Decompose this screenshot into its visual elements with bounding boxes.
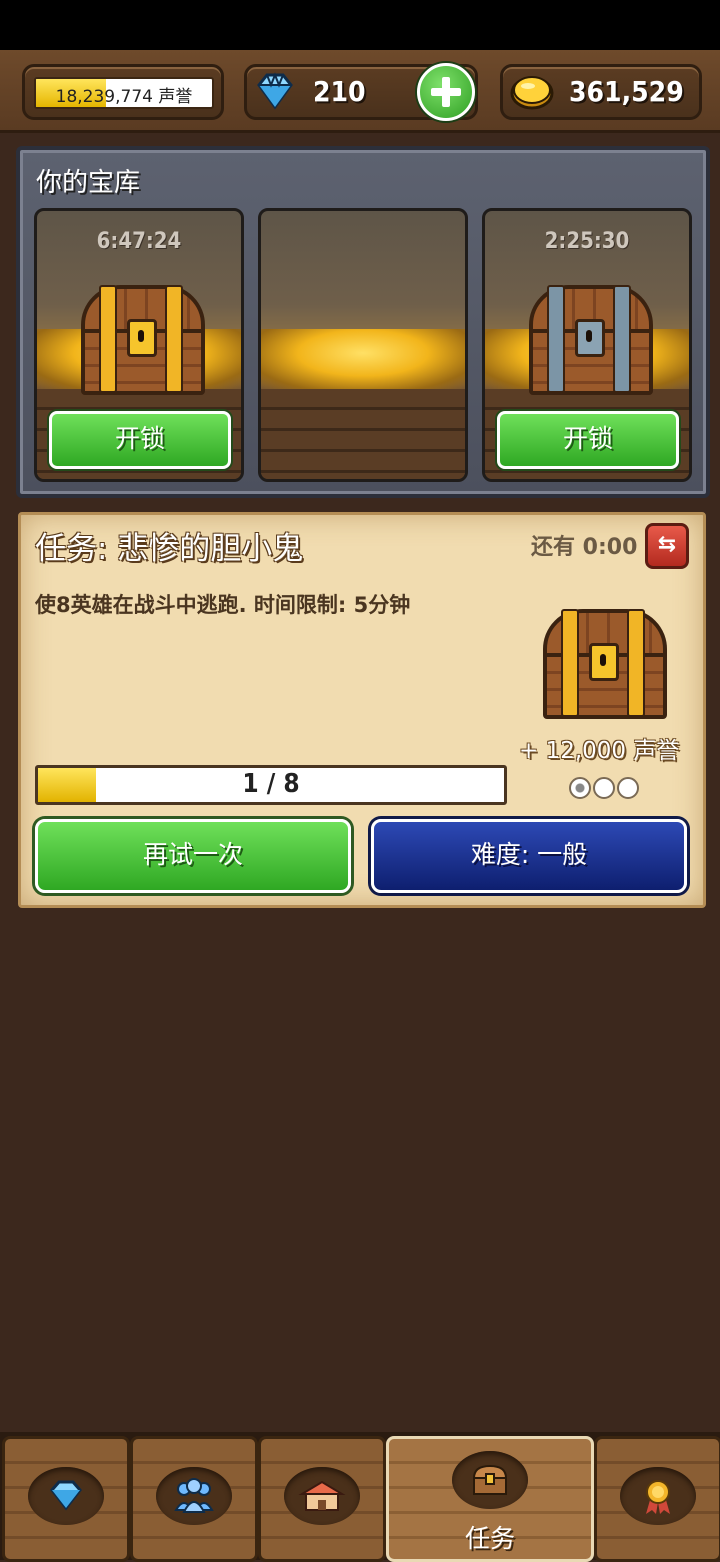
nav-tab-town[interactable]	[258, 1436, 386, 1562]
fame-text: 18,239,774 声誉	[55, 87, 193, 107]
diamond-icon	[257, 72, 293, 110]
difficulty-button[interactable]: 难度: 一般	[371, 819, 687, 893]
unlock-button[interactable]: 开锁	[497, 411, 679, 469]
chest-timer: 6:47:24	[96, 229, 182, 254]
gold-display: 361,529	[500, 64, 702, 120]
buy-gems-button[interactable]	[417, 63, 475, 121]
currency-bar: 18,239,774 声誉 210 361,529	[0, 50, 720, 133]
nav-tab-achievements[interactable]	[594, 1436, 720, 1562]
gem-count: 210	[313, 75, 366, 108]
gold-count: 361,529	[569, 75, 684, 108]
fame-progress-bar: 18,239,774 声誉	[34, 77, 214, 109]
quest-time-left: 还有 0:00	[531, 535, 638, 560]
quest-panel: 任务: 悲惨的胆小鬼 还有 0:00 ⇆ 使8英雄在战斗中逃跑. 时间限制: 5…	[18, 512, 706, 908]
nav-tab-quests[interactable]: 任务	[386, 1436, 594, 1562]
swap-icon: ⇆	[657, 532, 677, 557]
quest-title: 任务: 悲惨的胆小鬼	[35, 531, 304, 567]
vault-title: 你的宝库	[36, 168, 141, 198]
town-icon	[284, 1467, 360, 1525]
chest-timer: 2:25:30	[544, 229, 630, 254]
difficulty-dot	[593, 777, 615, 799]
difficulty-dot	[617, 777, 639, 799]
reward-chest-icon	[539, 609, 667, 719]
gold-chest-icon	[77, 285, 205, 395]
vault-panel: 你的宝库 6:47:24 开锁 2:25:30 开锁	[16, 146, 710, 498]
silver-chest-icon	[525, 285, 653, 395]
nav-tab-quests-label: 任务	[464, 1524, 515, 1553]
vault-slot-3[interactable]: 2:25:30 开锁	[482, 208, 692, 482]
gold-coins-icon	[510, 76, 554, 110]
gem-display: 210	[244, 63, 478, 121]
vault-slot-1[interactable]: 6:47:24 开锁	[34, 208, 244, 482]
chest-icon	[452, 1451, 528, 1509]
gem-icon	[28, 1467, 104, 1525]
status-bar	[0, 0, 720, 50]
quest-progress-text: 1 / 8	[242, 769, 300, 799]
medal-icon	[620, 1467, 696, 1525]
quest-progress-bar: 1 / 8	[35, 765, 507, 805]
fame-display: 18,239,774 声誉	[22, 64, 224, 120]
heroes-icon	[156, 1467, 232, 1525]
nav-tab-shop[interactable]	[2, 1436, 130, 1562]
difficulty-stars	[569, 777, 643, 801]
difficulty-dot	[569, 777, 591, 799]
refresh-quest-button[interactable]: ⇆	[645, 523, 689, 569]
vault-slot-2-empty	[258, 208, 468, 482]
unlock-button[interactable]: 开锁	[49, 411, 231, 469]
bottom-nav: 任务	[0, 1432, 720, 1562]
reward-text: + 12,000 声誉	[519, 738, 680, 764]
retry-button[interactable]: 再试一次	[35, 819, 351, 893]
quest-description: 使8英雄在战斗中逃跑. 时间限制: 5分钟	[35, 593, 411, 617]
nav-tab-heroes[interactable]	[130, 1436, 258, 1562]
